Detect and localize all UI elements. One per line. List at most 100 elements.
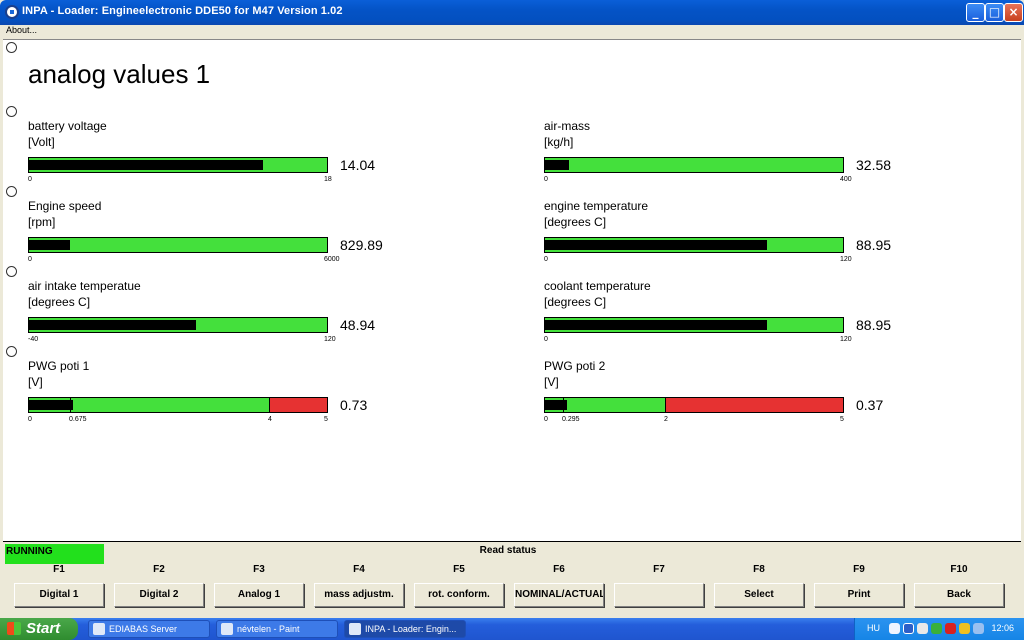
gauge-value: 88.95 — [856, 237, 892, 253]
fkey-label: F3 — [253, 564, 265, 575]
gauge-panel: analog values 1 battery voltage [Volt] 14.… — [3, 39, 1021, 541]
gauge-tick-label: 0 — [544, 176, 548, 183]
system-tray: HU 12:06 — [854, 618, 1024, 640]
window-title: INPA - Loader: Engineelectronic DDE50 fo… — [22, 5, 343, 17]
start-button[interactable]: Start — [0, 618, 78, 640]
gauge-tick-label: 2 — [664, 416, 668, 423]
gauge-unit: [V] — [544, 375, 559, 389]
radio-button[interactable] — [6, 186, 17, 197]
gauge-fill — [545, 320, 767, 330]
gauge-value: 0.37 — [856, 397, 884, 413]
gauge-bar — [544, 157, 844, 173]
gauge-tick-label: 0 — [28, 176, 32, 183]
radio-button[interactable] — [6, 346, 17, 357]
gauge-unit: [kg/h] — [544, 135, 574, 149]
taskbar-item-paint[interactable]: névtelen - Paint — [216, 620, 338, 638]
fkey-label: F6 — [553, 564, 565, 575]
gauge-fill — [29, 400, 73, 410]
gauge-tick-label: 120 — [840, 256, 852, 263]
gauge: PWG poti 2 [V] 0.37 0 0.295 2 5 — [544, 359, 924, 439]
gauge-value: 48.94 — [340, 317, 376, 333]
fkey-label: F4 — [353, 564, 365, 575]
fkey-label: F7 — [653, 564, 665, 575]
gauge-fill — [29, 240, 70, 250]
gauge-value: 88.95 — [856, 317, 892, 333]
tray-network-icon[interactable] — [903, 623, 914, 634]
page-title: analog values 1 — [28, 59, 211, 89]
gauge-bar — [544, 397, 844, 413]
gauge-tick-label: 120 — [324, 336, 336, 343]
gauge: PWG poti 1 [V] 0.73 0 0.675 4 5 — [28, 359, 408, 439]
fkey-button-f6[interactable]: NOMINAL/ACTUAL — [514, 583, 604, 607]
gauge-fill — [545, 240, 767, 250]
gauge-tick-label: 0 — [544, 336, 548, 343]
radio-button[interactable] — [6, 266, 17, 277]
gauge-tick-label: 0.295 — [562, 416, 580, 423]
maximize-button[interactable]: □ — [985, 3, 1004, 22]
tray-app-icon[interactable] — [931, 623, 942, 634]
taskbar: Start EDIABAS Server névtelen - Paint IN… — [0, 618, 1024, 640]
start-label: Start — [26, 620, 61, 637]
language-indicator[interactable]: HU — [867, 623, 880, 633]
gauge-tick-label: 0 — [544, 256, 548, 263]
taskbar-item-inpa[interactable]: INPA - Loader: Engin... — [344, 620, 466, 638]
fkey-label: F10 — [950, 564, 968, 575]
ediabas-icon — [93, 623, 105, 635]
fkey-button-f7[interactable] — [614, 583, 704, 607]
taskbar-item-ediabas[interactable]: EDIABAS Server — [88, 620, 210, 638]
gauge-tick-label: 5 — [840, 416, 844, 423]
fkey-button-f10[interactable]: Back — [914, 583, 1004, 607]
paint-icon — [221, 623, 233, 635]
gauge-unit: [rpm] — [28, 215, 56, 229]
fkey-button-f3[interactable]: Analog 1 — [214, 583, 304, 607]
gauge-tick-label: 18 — [324, 176, 332, 183]
inpa-icon — [349, 623, 361, 635]
fkey-button-f8[interactable]: Select — [714, 583, 804, 607]
menu-about[interactable]: About... — [6, 25, 37, 35]
radio-button[interactable] — [6, 106, 17, 117]
fkey-button-f9[interactable]: Print — [814, 583, 904, 607]
gauge-warning-zone — [269, 398, 327, 412]
title-bar[interactable]: INPA - Loader: Engineelectronic DDE50 fo… — [0, 0, 1024, 25]
fkey-label: F5 — [453, 564, 465, 575]
radio-button[interactable] — [6, 42, 17, 53]
gauge-label: coolant temperature — [544, 279, 651, 293]
gauge-fill — [29, 320, 196, 330]
gauge-fill — [545, 400, 567, 410]
tray-misc-icon[interactable] — [973, 623, 984, 634]
tray-arrow-icon[interactable] — [889, 623, 900, 634]
gauge-tick-label: 0 — [28, 416, 32, 423]
gauge: air-mass [kg/h] 32.58 0 400 — [544, 119, 924, 199]
app-window: INPA - Loader: Engineelectronic DDE50 fo… — [0, 0, 1024, 618]
gauge-bar — [544, 317, 844, 333]
gauge-label: air-mass — [544, 119, 591, 133]
app-icon[interactable] — [5, 5, 19, 19]
fkey-button-f1[interactable]: Digital 1 — [14, 583, 104, 607]
gauge-bar — [28, 237, 328, 253]
gauge: air intake temperatue [degrees C] 48.94 -40… — [28, 279, 408, 359]
gauge-unit: [degrees C] — [28, 295, 91, 309]
fkey-label: F8 — [753, 564, 765, 575]
gauge-label: PWG poti 2 — [544, 359, 606, 373]
gauge-bar — [544, 237, 844, 253]
gauge-tick-label: 120 — [840, 336, 852, 343]
gauge-tick-label: 6000 — [324, 256, 340, 263]
task-label: INPA - Loader: Engin... — [365, 624, 457, 634]
gauge-bar — [28, 157, 328, 173]
tray-speaker-icon[interactable] — [917, 623, 928, 634]
gauge-tick-label: 4 — [268, 416, 272, 423]
tray-util-icon[interactable] — [959, 623, 970, 634]
gauge-tick-label: 5 — [324, 416, 328, 423]
fkey-button-f4[interactable]: mass adjustm. — [314, 583, 404, 607]
gauge-threshold-line — [665, 398, 666, 412]
gauge-unit: [Volt] — [28, 135, 55, 149]
gauge: Engine speed [rpm] 829.89 0 6000 — [28, 199, 408, 279]
status-area: RUNNING Read status F1 Digital 1 F2 Digital… — [3, 541, 1021, 618]
tray-ati-icon[interactable] — [945, 623, 956, 634]
close-button[interactable]: × — [1004, 3, 1023, 22]
fkey-button-f5[interactable]: rot. conform. — [414, 583, 504, 607]
gauge: engine temperature [degrees C] 88.95 0 120 — [544, 199, 924, 279]
task-label: EDIABAS Server — [109, 624, 178, 634]
minimize-button[interactable]: _ — [966, 3, 985, 22]
fkey-button-f2[interactable]: Digital 2 — [114, 583, 204, 607]
